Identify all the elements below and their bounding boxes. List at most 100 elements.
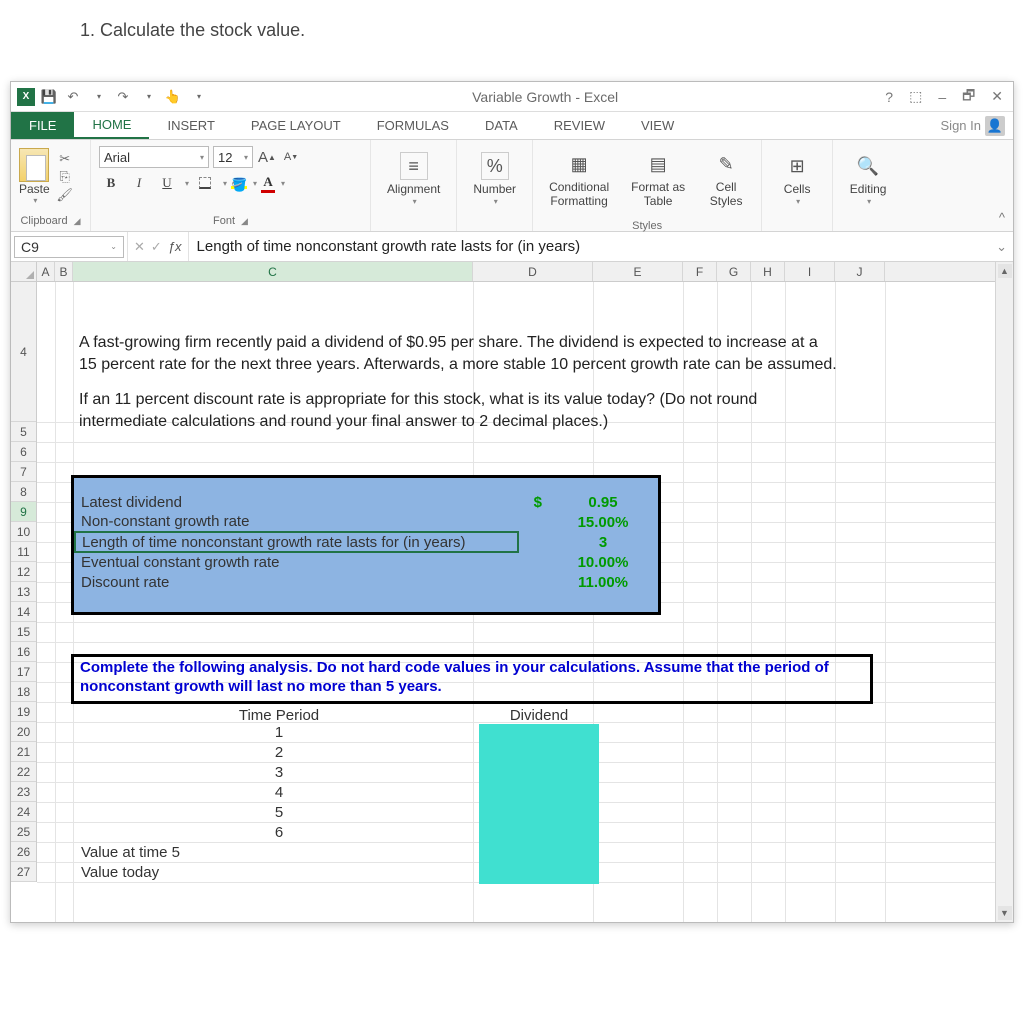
row-5[interactable]: 5: [11, 422, 36, 442]
cut-icon[interactable]: ✂: [56, 151, 74, 167]
clipboard-launcher-icon[interactable]: ◢: [74, 216, 81, 227]
worksheet[interactable]: A B C D E F G H I J 4 5 6 7 8 9 10 11 12: [11, 262, 995, 922]
format-as-table-button[interactable]: ▤ Format as Table: [623, 144, 693, 214]
select-all-button[interactable]: [11, 262, 37, 282]
column-headers[interactable]: A B C D E F G H I J: [37, 262, 995, 282]
col-h[interactable]: H: [751, 262, 785, 281]
restore-icon[interactable]: 🗗: [958, 85, 979, 109]
touch-mode-icon[interactable]: 👆: [163, 87, 183, 107]
close-icon[interactable]: ✕: [987, 88, 1007, 105]
row-9[interactable]: 9: [11, 502, 36, 522]
cell-c7[interactable]: Latest dividend: [75, 492, 518, 512]
row-23[interactable]: 23: [11, 782, 36, 802]
row-18[interactable]: 18: [11, 682, 36, 702]
cell-c25[interactable]: Value today: [79, 864, 479, 884]
col-g[interactable]: G: [717, 262, 751, 281]
row-20[interactable]: 20: [11, 722, 36, 742]
cancel-formula-icon[interactable]: ✕: [134, 239, 145, 255]
col-f[interactable]: F: [683, 262, 717, 281]
row-22[interactable]: 22: [11, 762, 36, 782]
sign-in-button[interactable]: Sign In 👤: [933, 112, 1013, 139]
name-box-caret-icon[interactable]: ⌄: [110, 242, 117, 251]
save-icon[interactable]: 💾: [39, 87, 59, 107]
scroll-up-icon[interactable]: ▲: [998, 264, 1012, 278]
row-6[interactable]: 6: [11, 442, 36, 462]
name-box[interactable]: C9⌄: [14, 236, 124, 258]
cell-d9[interactable]: 3: [548, 532, 658, 552]
collapse-ribbon-icon[interactable]: ^: [991, 204, 1013, 231]
row-24[interactable]: 24: [11, 802, 36, 822]
cell-d22[interactable]: [479, 804, 599, 824]
grow-font-icon[interactable]: A▲: [257, 146, 277, 168]
cell-c18[interactable]: 1: [79, 724, 479, 744]
row-7[interactable]: 7: [11, 462, 36, 482]
copy-icon[interactable]: ⎘: [56, 169, 74, 185]
tab-review[interactable]: REVIEW: [536, 112, 623, 139]
col-a[interactable]: A: [37, 262, 55, 281]
col-j[interactable]: J: [835, 262, 885, 281]
row-25[interactable]: 25: [11, 822, 36, 842]
cell-d18[interactable]: [479, 724, 599, 744]
bold-button[interactable]: B: [99, 172, 123, 194]
cell-d7[interactable]: 0.95: [548, 492, 658, 512]
row-10[interactable]: 10: [11, 522, 36, 542]
cells-button[interactable]: ⊞ Cells ▾: [770, 144, 824, 214]
row-19[interactable]: 19: [11, 702, 36, 722]
redo-icon[interactable]: ↷: [113, 87, 133, 107]
italic-button[interactable]: I: [127, 172, 151, 194]
tab-page-layout[interactable]: PAGE LAYOUT: [233, 112, 359, 139]
col-c[interactable]: C: [73, 262, 473, 281]
conditional-formatting-button[interactable]: ▦ Conditional Formatting: [541, 144, 617, 214]
tab-view[interactable]: VIEW: [623, 112, 692, 139]
row-12[interactable]: 12: [11, 562, 36, 582]
alignment-button[interactable]: ≡ Alignment ▾: [379, 144, 448, 214]
cell-d8[interactable]: 15.00%: [548, 512, 658, 532]
formula-input[interactable]: Length of time nonconstant growth rate l…: [189, 238, 991, 255]
paste-caret-icon[interactable]: ▾: [33, 196, 37, 205]
row-17[interactable]: 17: [11, 662, 36, 682]
underline-button[interactable]: U: [155, 172, 179, 194]
row-21[interactable]: 21: [11, 742, 36, 762]
tab-formulas[interactable]: FORMULAS: [359, 112, 467, 139]
cell-c24[interactable]: Value at time 5: [79, 844, 479, 864]
paste-button[interactable]: Paste ▾: [19, 148, 50, 205]
row-headers[interactable]: 4 5 6 7 8 9 10 11 12 13 14 15 16 17 18 1…: [11, 282, 37, 882]
ribbon-options-icon[interactable]: ⬚: [905, 88, 926, 105]
row-27[interactable]: 27: [11, 862, 36, 882]
font-launcher-icon[interactable]: ◢: [241, 216, 248, 227]
cell-d10[interactable]: 10.00%: [548, 552, 658, 572]
cell-d19[interactable]: [479, 744, 599, 764]
cell-d25[interactable]: [479, 864, 599, 884]
fontcolor-caret-icon[interactable]: ▾: [281, 179, 285, 188]
tab-home[interactable]: HOME: [74, 112, 149, 139]
qat-customize-icon[interactable]: ▾: [189, 87, 209, 107]
row-16[interactable]: 16: [11, 642, 36, 662]
cell-d20[interactable]: [479, 764, 599, 784]
row-8[interactable]: 8: [11, 482, 36, 502]
row-26[interactable]: 26: [11, 842, 36, 862]
cell-d21[interactable]: [479, 784, 599, 804]
row-11[interactable]: 11: [11, 542, 36, 562]
cell-styles-button[interactable]: ✎ Cell Styles: [699, 144, 753, 214]
col-d[interactable]: D: [473, 262, 593, 281]
undo-icon[interactable]: ↶: [63, 87, 83, 107]
borders-button[interactable]: [193, 172, 217, 194]
font-name-select[interactable]: Arial▾: [99, 146, 209, 168]
row-15[interactable]: 15: [11, 622, 36, 642]
cell-c11[interactable]: Discount rate: [75, 572, 518, 592]
editing-button[interactable]: 🔍 Editing ▾: [841, 144, 895, 214]
fill-color-button[interactable]: 🪣: [231, 177, 247, 189]
row-13[interactable]: 13: [11, 582, 36, 602]
expand-formula-bar-icon[interactable]: ⌄: [990, 239, 1013, 255]
number-button[interactable]: % Number ▾: [465, 144, 524, 214]
undo-caret-icon[interactable]: ▾: [89, 87, 109, 107]
scroll-down-icon[interactable]: ▼: [998, 906, 1012, 920]
col-b[interactable]: B: [55, 262, 73, 281]
borders-caret-icon[interactable]: ▾: [223, 179, 227, 188]
fill-caret-icon[interactable]: ▾: [253, 179, 257, 188]
cell-d11[interactable]: 11.00%: [548, 572, 658, 592]
format-painter-icon[interactable]: 🖌: [56, 187, 74, 203]
col-e[interactable]: E: [593, 262, 683, 281]
cell-c22[interactable]: 5: [79, 804, 479, 824]
cell-d23[interactable]: [479, 824, 599, 844]
